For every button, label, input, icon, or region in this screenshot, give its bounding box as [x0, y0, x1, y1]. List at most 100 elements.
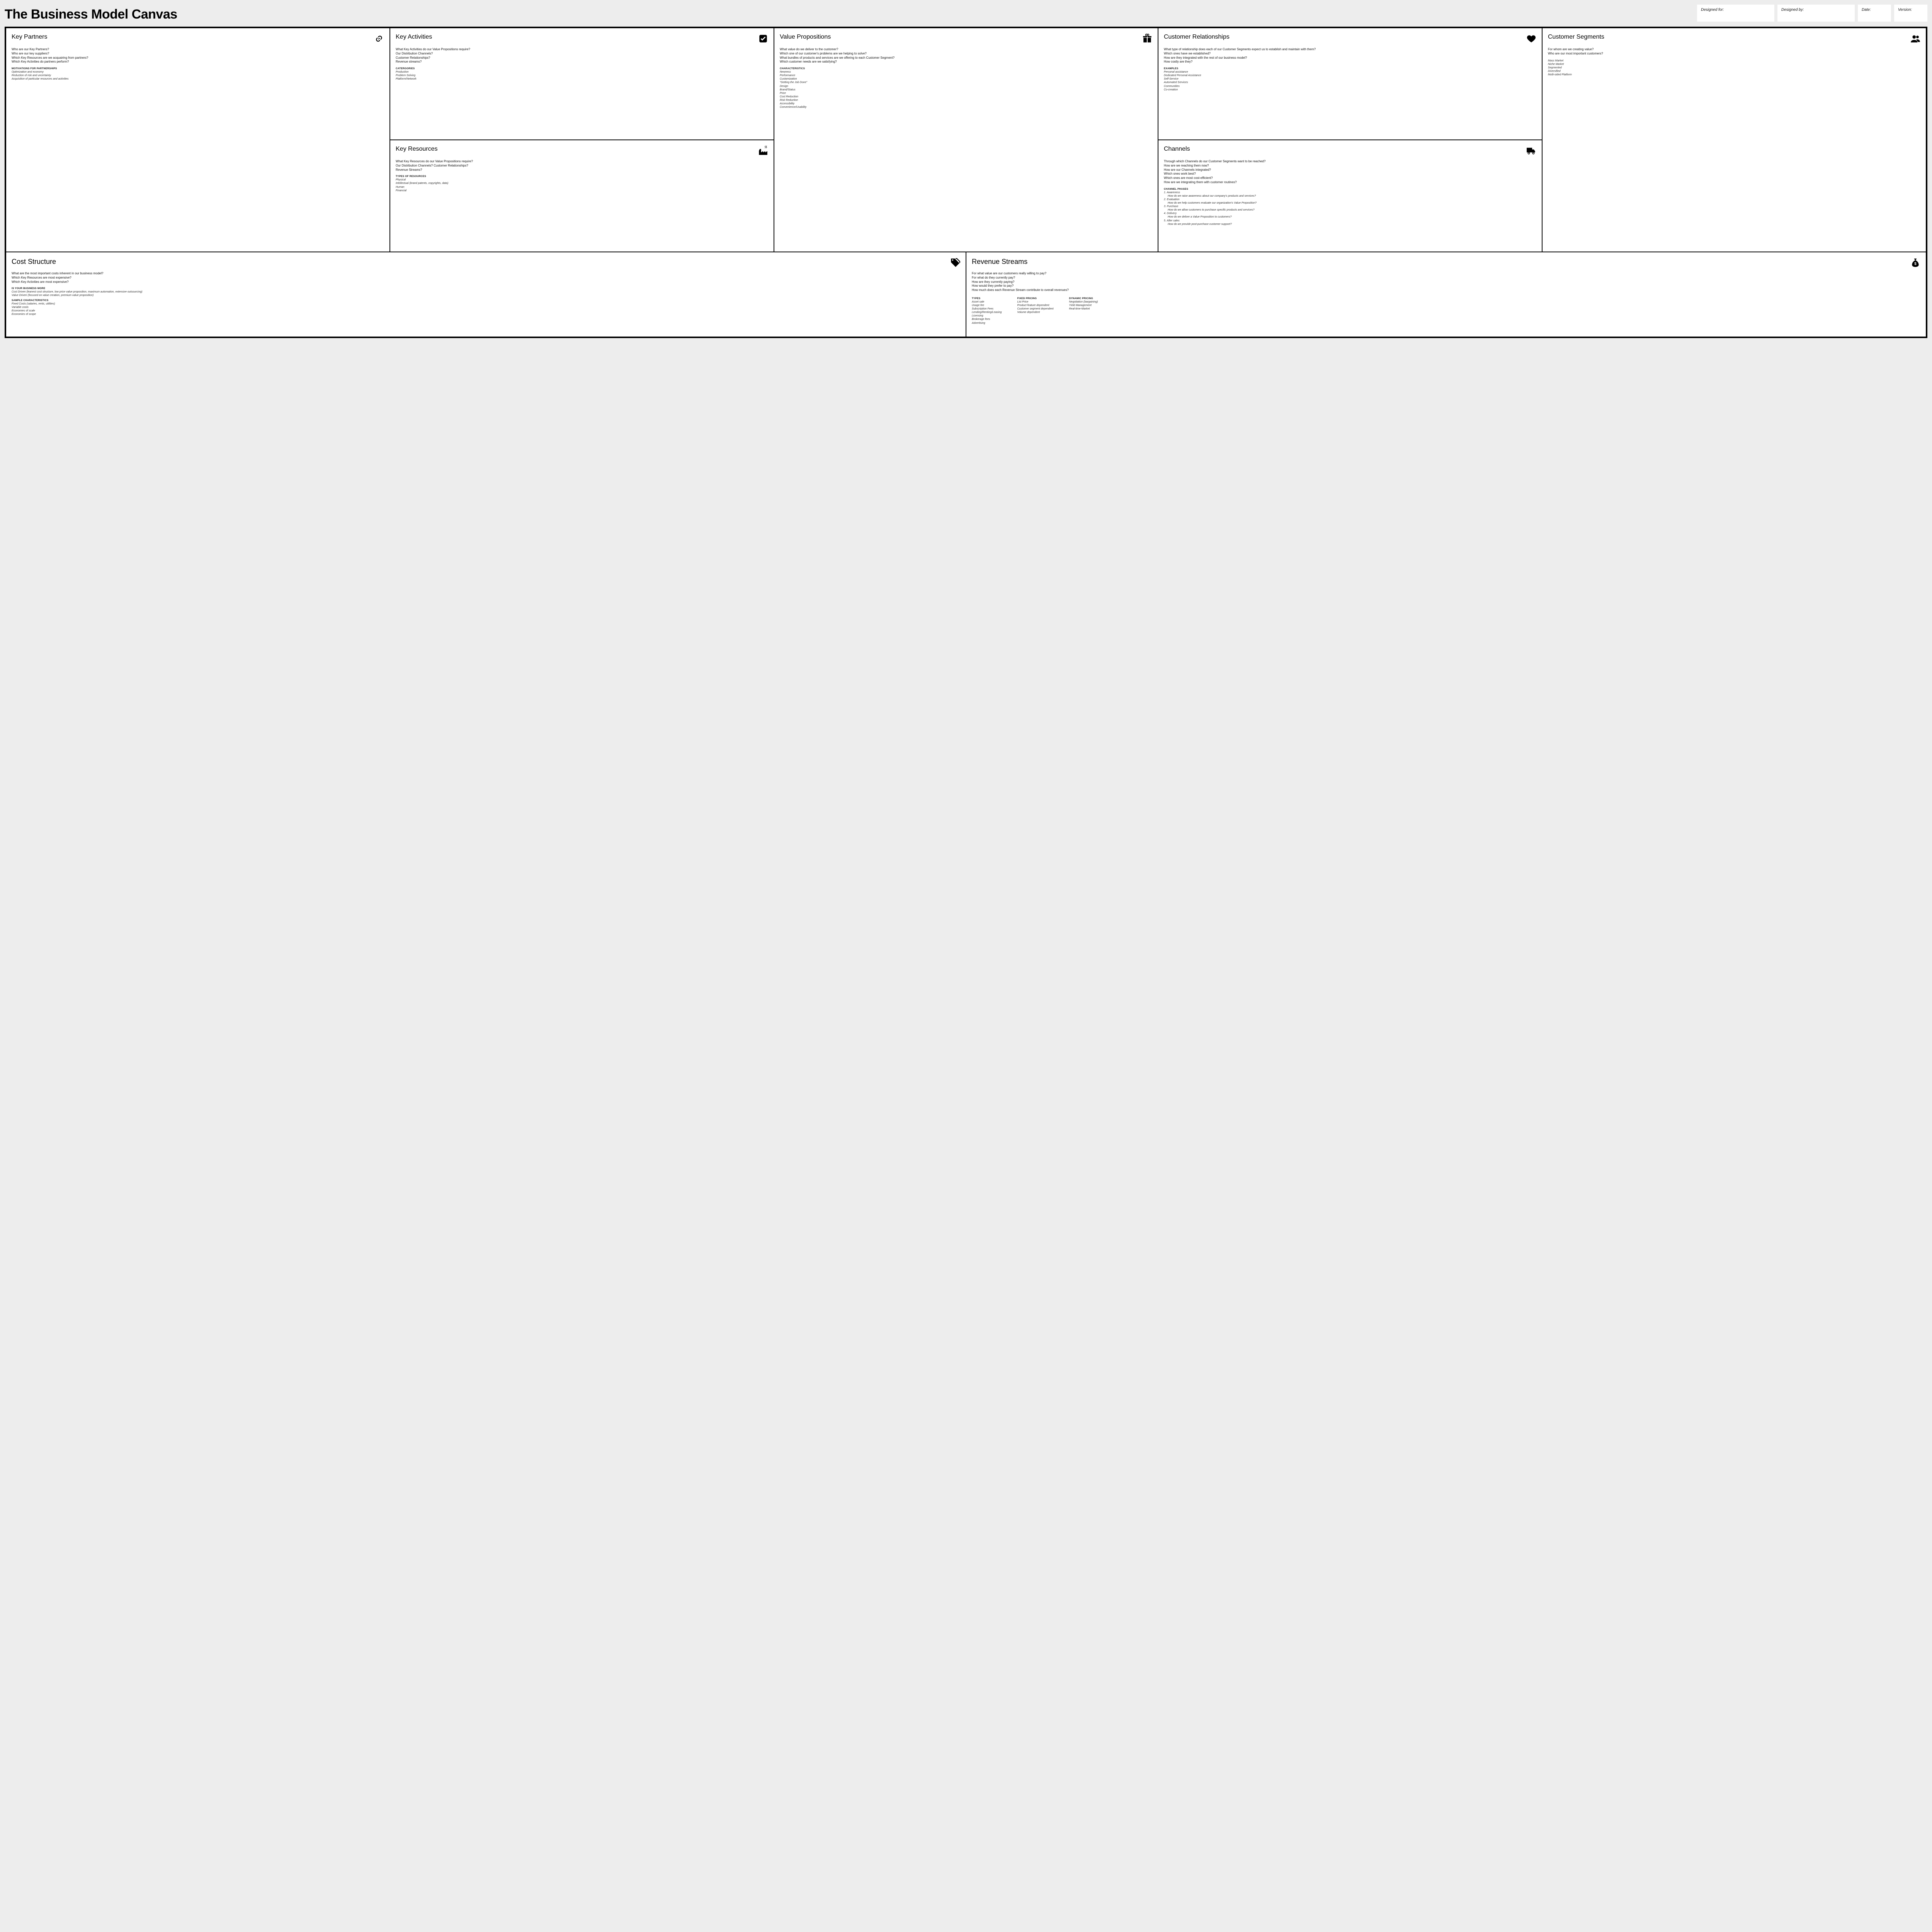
cell-key-resources: Key Resources What Key Resources do our …: [390, 140, 774, 252]
list-item: Through which Channels do our Customer S…: [1164, 160, 1536, 164]
list-item: Revenue streams?: [396, 60, 768, 64]
list-item: Multi-sided Platform: [1548, 73, 1920, 77]
list-item: List Price: [1017, 300, 1053, 304]
rs-dynamic: Negotiation (bargaining)Yield Management…: [1069, 300, 1098, 311]
list-item: Variable costs: [12, 306, 960, 309]
list-item: Newness: [780, 70, 1152, 74]
svg-text:$: $: [1914, 262, 1917, 266]
list-item: Customer Relationships?: [396, 56, 768, 60]
list-item: Automated Services: [1164, 81, 1536, 84]
list-item: Intellectual (brand patents, copyrights,…: [396, 182, 768, 185]
list-item: Physical: [396, 178, 768, 182]
rs-types: Asset saleUsage feeSubscription FeesLend…: [972, 300, 1002, 325]
list-item: Negotiation (bargaining): [1069, 300, 1098, 304]
list-item: Who are our Key Partners?: [12, 48, 384, 52]
list-item: How much does each Revenue Stream contri…: [972, 288, 1920, 293]
co-examples1: Cost Driven (leanest cost structure, low…: [12, 290, 960, 297]
list-item: Mass Market: [1548, 59, 1920, 63]
list-item: Problem Solving: [396, 74, 768, 77]
list-item: Real-time-Market: [1069, 307, 1098, 311]
list-item: What type of relationship does each of o…: [1164, 48, 1536, 52]
phase-name: 3. Purchase: [1164, 205, 1536, 208]
list-item: Who are our most important customers?: [1548, 52, 1920, 56]
customer-segments-title: Customer Segments: [1548, 34, 1604, 41]
list-item: How costly are they?: [1164, 60, 1536, 64]
list-item: Brand/Status: [780, 88, 1152, 92]
designed-for-box[interactable]: Designed for:: [1697, 5, 1774, 22]
rs-fixed-head: fixed pricing: [1017, 297, 1053, 300]
list-item: Cost Reduction: [780, 95, 1152, 99]
rs-fixed: List PriceProduct feature dependentCusto…: [1017, 300, 1053, 314]
truck-icon: [1526, 146, 1536, 156]
value-propositions-title: Value Propositions: [780, 34, 831, 41]
list-item: How are we reaching them now?: [1164, 164, 1536, 168]
list-item: Self-Service: [1164, 77, 1536, 81]
list-item: Usage fee: [972, 304, 1002, 307]
list-item: Who are our key suppliers?: [12, 52, 384, 56]
cell-key-partners: Key Partners Who are our Key Partners?Wh…: [6, 28, 390, 252]
cell-value-propositions: Value Propositions What value do we deli…: [774, 28, 1158, 252]
list-item: Diversified: [1548, 70, 1920, 73]
rs-dynamic-head: dynamic pricing: [1069, 297, 1098, 300]
header-bar: The Business Model Canvas Designed for: …: [5, 5, 1927, 22]
list-item: Which ones have we established?: [1164, 52, 1536, 56]
ka-questions: What Key Activities do our Value Proposi…: [396, 48, 768, 64]
designed-by-box[interactable]: Designed by:: [1777, 5, 1855, 22]
checkbox-icon: [758, 34, 768, 44]
list-item: What value do we deliver to the customer…: [780, 48, 1152, 52]
ch-subhead: channel phases: [1164, 188, 1536, 190]
cr-subhead: examples: [1164, 67, 1536, 70]
vp-examples: NewnessPerformanceCustomization"Getting …: [780, 70, 1152, 109]
money-bag-icon: $: [1910, 258, 1920, 268]
list-item: Value Driven (focused on value creation,…: [12, 294, 960, 297]
key-resources-title: Key Resources: [396, 146, 438, 153]
list-item: Volume dependent: [1017, 311, 1053, 314]
list-item: Dedicated Personal Assistance: [1164, 74, 1536, 77]
list-item: Which Key Resources are we acquairing fr…: [12, 56, 384, 60]
kr-subhead: types of resources: [396, 175, 768, 178]
cell-cost-structure: Cost Structure What are the most importa…: [6, 252, 966, 337]
phase-name: 5. After sales: [1164, 219, 1536, 223]
designed-for-label: Designed for:: [1701, 8, 1770, 12]
co-subhead1: is your business more: [12, 287, 960, 290]
cost-structure-title: Cost Structure: [12, 258, 56, 266]
list-item: Which one of our customer's problems are…: [780, 52, 1152, 56]
date-box[interactable]: Date:: [1858, 5, 1891, 22]
ch-phases: 1. AwarenessHow do we raise awareness ab…: [1164, 191, 1536, 226]
gift-icon: [1142, 34, 1152, 44]
version-box[interactable]: Version:: [1894, 5, 1927, 22]
list-item: Which Key Activities do partners perform…: [12, 60, 384, 64]
cs-questions: For whom are we creating value?Who are o…: [1548, 48, 1920, 56]
phase-question: How do we allow customers to purchase sp…: [1164, 208, 1536, 212]
list-item: Which ones work best?: [1164, 172, 1536, 176]
list-item: Optimization and economy: [12, 70, 384, 74]
list-item: Niche Market: [1548, 63, 1920, 66]
list-item: "Getting the Job Done": [780, 81, 1152, 84]
list-item: For what do they currently pay?: [972, 276, 1920, 280]
key-partners-title: Key Partners: [12, 34, 47, 41]
list-item: What are the most important costs inhere…: [12, 272, 960, 276]
list-item: Our Distribution Channels? Customer Rela…: [396, 164, 768, 168]
list-item: Performance: [780, 74, 1152, 77]
list-item: How are they currently paying?: [972, 280, 1920, 284]
list-item: How would they prefer to pay?: [972, 284, 1920, 288]
vp-questions: What value do we deliver to the customer…: [780, 48, 1152, 64]
cell-revenue-streams: Revenue Streams $ For what value are our…: [966, 252, 1926, 337]
kp-questions: Who are our Key Partners?Who are our key…: [12, 48, 384, 64]
list-item: Acquisition of particular resources and …: [12, 77, 384, 81]
list-item: Product feature dependent: [1017, 304, 1053, 307]
list-item: How are they integrated with the rest of…: [1164, 56, 1536, 60]
list-item: Platform/Network: [396, 77, 768, 81]
canvas-grid: Key Partners Who are our Key Partners?Wh…: [5, 27, 1927, 338]
ch-questions: Through which Channels do our Customer S…: [1164, 160, 1536, 185]
list-item: Advertising: [972, 321, 1002, 325]
list-item: Human: [396, 185, 768, 189]
list-item: Licensing: [972, 314, 1002, 318]
revenue-streams-title: Revenue Streams: [972, 258, 1027, 266]
list-item: Revenue Streams?: [396, 168, 768, 172]
list-item: Production: [396, 70, 768, 74]
list-item: What bundles of products and services ar…: [780, 56, 1152, 60]
phase-name: 4. Delivery: [1164, 212, 1536, 215]
factory-icon: [758, 146, 768, 156]
co-examples2: Fixed Costs (salaries, rents, utilities)…: [12, 302, 960, 316]
